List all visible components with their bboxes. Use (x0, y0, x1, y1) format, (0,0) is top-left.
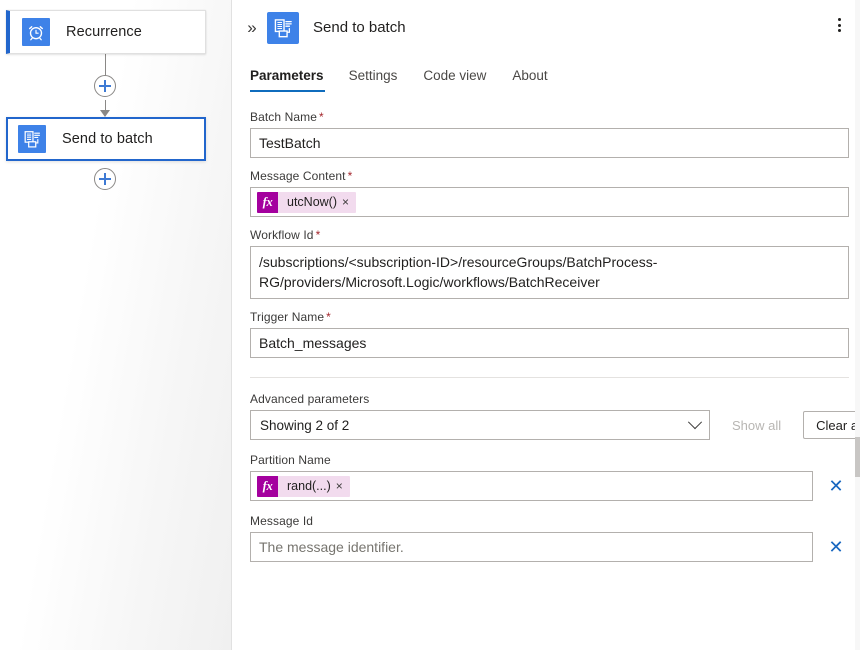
field-partition-name: Partition Name fx rand(...) × ✕ (250, 453, 849, 501)
send-to-batch-icon (267, 12, 299, 44)
panel-scrollbar[interactable] (855, 0, 860, 650)
clear-all-button[interactable]: Clear all (803, 411, 860, 439)
field-label: Trigger Name* (250, 310, 849, 324)
advanced-parameters-row: Showing 2 of 2 Show all Clear all (250, 410, 849, 440)
required-asterisk: * (316, 228, 321, 242)
remove-parameter-icon[interactable]: ✕ (825, 536, 847, 558)
fx-icon: fx (257, 192, 278, 213)
label-text: Workflow Id (250, 228, 314, 242)
remove-token-icon[interactable]: × (335, 476, 350, 497)
more-vertical-icon[interactable] (828, 13, 850, 37)
field-trigger-name: Trigger Name* Batch_messages (250, 310, 849, 358)
remove-parameter-icon[interactable]: ✕ (825, 475, 847, 497)
scrollbar-thumb[interactable] (855, 437, 860, 477)
advanced-parameters-section: Advanced parameters Showing 2 of 2 Show … (250, 392, 849, 562)
send-to-batch-icon (18, 125, 46, 153)
tab-parameters[interactable]: Parameters (249, 68, 336, 92)
plus-icon (99, 80, 111, 92)
plus-icon (99, 173, 111, 185)
section-divider (250, 377, 849, 378)
parameters-form: Batch Name* TestBatch Message Content* f… (233, 110, 860, 562)
field-label: Workflow Id* (250, 228, 849, 242)
expression-token[interactable]: fx utcNow() × (257, 192, 356, 213)
field-label: Message Id (250, 514, 813, 528)
field-label: Batch Name* (250, 110, 849, 124)
workflow-node-send-to-batch[interactable]: Send to batch (6, 117, 206, 161)
node-label: Send to batch (62, 131, 153, 147)
show-all-button[interactable]: Show all (719, 411, 794, 439)
input-value: Batch_messages (259, 335, 366, 351)
required-asterisk: * (348, 169, 353, 183)
connector-arrow (100, 110, 110, 117)
tab-settings[interactable]: Settings (336, 68, 411, 92)
remove-token-icon[interactable]: × (341, 192, 356, 213)
node-label: Recurrence (66, 24, 142, 40)
chevron-down-icon (688, 415, 702, 429)
tab-about[interactable]: About (499, 68, 560, 92)
label-text: Batch Name (250, 110, 317, 124)
dot (838, 24, 841, 27)
tab-code-view[interactable]: Code view (410, 68, 499, 92)
workflow-canvas[interactable]: Recurrence Send to batch (0, 0, 232, 650)
message-content-input[interactable]: fx utcNow() × (250, 187, 849, 217)
advanced-parameters-dropdown[interactable]: Showing 2 of 2 (250, 410, 710, 440)
label-text: Trigger Name (250, 310, 324, 324)
collapse-panel-icon[interactable]: » (241, 16, 263, 38)
panel-tabs: Parameters Settings Code view About (249, 58, 860, 92)
connector-line-top (105, 54, 106, 76)
dot (838, 29, 841, 32)
field-message-content: Message Content* fx utcNow() × (250, 169, 849, 217)
panel-header: » Send to batch (233, 0, 860, 58)
logic-app-designer: Recurrence Send to batch » (0, 0, 860, 650)
workflow-id-input[interactable]: /subscriptions/<subscription-ID>/resourc… (250, 246, 849, 299)
dropdown-value: Showing 2 of 2 (260, 418, 349, 433)
message-id-input[interactable]: The message identifier. (250, 532, 813, 562)
batch-name-input[interactable]: TestBatch (250, 128, 849, 158)
input-placeholder: The message identifier. (259, 539, 404, 555)
required-asterisk: * (326, 310, 331, 324)
label-text: Message Content (250, 169, 346, 183)
token-text: utcNow() (278, 192, 341, 213)
action-details-panel: » Send to batch Parameters Settings (233, 0, 860, 650)
alarm-clock-icon (22, 18, 50, 46)
dot (838, 18, 841, 21)
partition-name-input[interactable]: fx rand(...) × (250, 471, 813, 501)
field-label: Partition Name (250, 453, 813, 467)
required-asterisk: * (319, 110, 324, 124)
add-step-button-1[interactable] (94, 75, 116, 97)
workflow-node-recurrence[interactable]: Recurrence (6, 10, 206, 54)
advanced-parameters-label: Advanced parameters (250, 392, 849, 406)
token-text: rand(...) (278, 476, 335, 497)
input-value: TestBatch (259, 135, 320, 151)
field-batch-name: Batch Name* TestBatch (250, 110, 849, 158)
add-step-button-2[interactable] (94, 168, 116, 190)
page-title: Send to batch (313, 19, 406, 36)
field-message-id: Message Id The message identifier. ✕ (250, 514, 849, 562)
field-workflow-id: Workflow Id* /subscriptions/<subscriptio… (250, 228, 849, 299)
field-label: Message Content* (250, 169, 849, 183)
fx-icon: fx (257, 476, 278, 497)
expression-token[interactable]: fx rand(...) × (257, 476, 350, 497)
trigger-name-input[interactable]: Batch_messages (250, 328, 849, 358)
